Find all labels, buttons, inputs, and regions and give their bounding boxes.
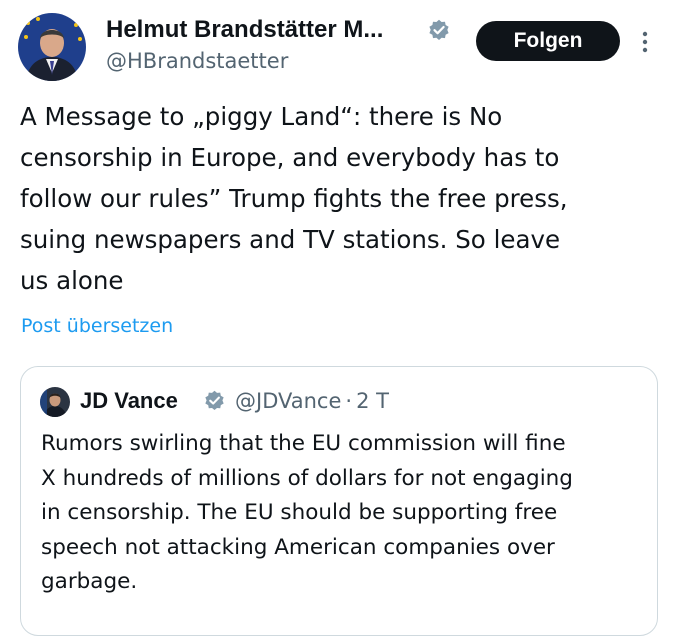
quoted-author-handle: @JDVance: [235, 389, 342, 413]
tweet-text-line: A Message to „piggy Land“: there is No: [20, 102, 503, 131]
tweet-text-line: us alone: [20, 266, 124, 295]
verified-badge-icon: [205, 390, 224, 411]
quoted-text-line: X hundreds of millions of dollars for no…: [41, 465, 573, 491]
meta-separator: ·: [345, 389, 353, 413]
more-vertical-icon[interactable]: [640, 30, 650, 54]
quoted-text-line: Rumors swirling that the EU commission w…: [41, 431, 566, 456]
quoted-author-name: JD Vance: [80, 388, 178, 413]
tweet-header: Helmut Brandstätter M... @HBrandstaetter…: [0, 0, 679, 92]
follow-button[interactable]: Folgen: [476, 21, 620, 61]
quoted-text-line: speech not attacking American companies …: [41, 534, 555, 560]
quoted-post-card[interactable]: JD Vance @JDVance · 2 T Rumors swirling th…: [20, 366, 658, 636]
author-avatar[interactable]: [18, 13, 86, 81]
tweet-text-line: censorship in Europe, and everybody has …: [20, 143, 560, 172]
quoted-post-time: 2 T: [356, 389, 389, 413]
verified-badge-icon[interactable]: [428, 19, 450, 41]
quoted-post-meta: @JDVance · 2 T: [235, 386, 389, 416]
quoted-post-text: Rumors swirling that the EU commission w…: [41, 427, 653, 600]
author-name[interactable]: Helmut Brandstätter M...: [106, 15, 383, 45]
author-handle[interactable]: @HBrandstaetter: [106, 47, 288, 75]
tweet-text-line: suing newspapers and TV stations. So lea…: [20, 225, 561, 254]
quoted-text-line: in censorship. The EU should be supporti…: [41, 500, 558, 525]
tweet-text: A Message to „piggy Land“: there is No c…: [20, 96, 670, 301]
tweet-text-line: follow our rules” Trump fights the free …: [20, 184, 568, 213]
quoted-author-avatar: [40, 387, 70, 417]
quoted-text-line: garbage.: [41, 569, 138, 594]
translate-post-link[interactable]: Post übersetzen: [21, 313, 173, 339]
